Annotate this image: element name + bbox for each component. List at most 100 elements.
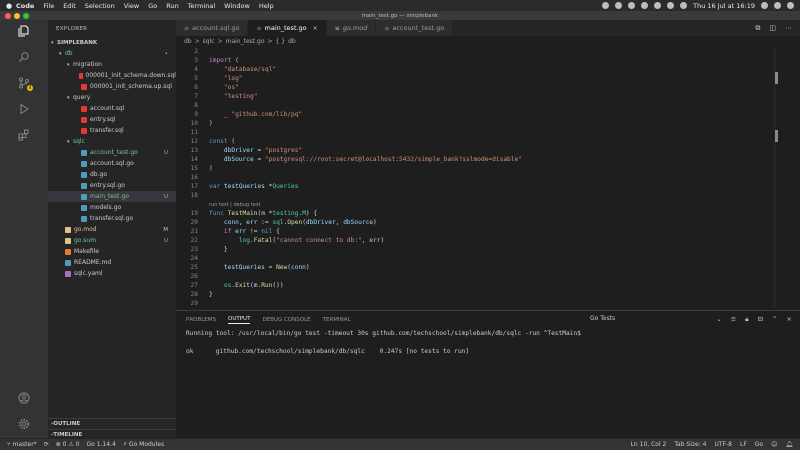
apple-icon[interactable]: ● <box>6 2 16 10</box>
tab-problems[interactable]: PROBLEMS <box>186 317 216 323</box>
menu-edit[interactable]: Edit <box>63 2 76 10</box>
output-content[interactable]: Running tool: /usr/local/bin/go test -ti… <box>176 329 800 356</box>
tree-file[interactable]: 000001_init_schema.up.sql <box>48 81 176 92</box>
branch-indicator[interactable]: ⑂ master* <box>7 441 37 448</box>
language-mode[interactable]: Go <box>755 441 763 448</box>
list-filter-icon[interactable]: ≡ <box>731 315 736 324</box>
close-window-button[interactable] <box>5 12 11 19</box>
search-icon[interactable] <box>18 51 30 63</box>
menu-window[interactable]: Window <box>224 2 250 10</box>
tab-debug-console[interactable]: DEBUG CONSOLE <box>262 317 310 323</box>
volume-icon[interactable] <box>654 2 662 9</box>
record-icon[interactable] <box>602 2 610 9</box>
breadcrumb-sqlc[interactable]: sqlc <box>203 38 215 45</box>
breadcrumb-package[interactable]: db <box>288 38 296 45</box>
code-token: dbDriver <box>305 219 336 226</box>
menu-file[interactable]: File <box>43 2 54 10</box>
problems-indicator[interactable]: ⊗ 0 ⚠ 0 <box>56 441 80 448</box>
tab-account-test-go[interactable]: ≡ account_test.go <box>376 20 454 36</box>
chevron-down-icon[interactable]: ⌄ <box>716 315 721 324</box>
more-actions-icon[interactable]: ⋯ <box>785 24 792 33</box>
tree-file[interactable]: README.md <box>48 257 176 268</box>
minimize-window-button[interactable] <box>14 12 20 19</box>
tree-file[interactable]: entry.sql <box>48 114 176 125</box>
tab-account-sql-go[interactable]: ≡ account.sql.go <box>176 20 249 36</box>
tree-file[interactable]: transfer.sql <box>48 125 176 136</box>
code-line: 27 os. Exit(m. Run()) <box>176 281 772 290</box>
feedback-icon[interactable]: ☺ <box>771 441 777 448</box>
flag-icon[interactable] <box>667 2 675 9</box>
tab-main-test-go[interactable]: ≡ main_test.go × <box>248 20 327 36</box>
tree-file[interactable]: account.sql.go <box>48 158 176 169</box>
zoom-window-button[interactable] <box>23 12 29 19</box>
tree-file[interactable]: sqlc.yaml <box>48 268 176 279</box>
open-changes-icon[interactable]: ⧉ <box>755 24 760 33</box>
tree-folder[interactable]: ▾ migration <box>48 59 176 70</box>
end-of-line[interactable]: LF <box>740 441 747 448</box>
tree-file[interactable]: transfer.sql.go <box>48 213 176 224</box>
tree-file[interactable]: db.go <box>48 169 176 180</box>
wifi-icon[interactable] <box>641 2 649 9</box>
menu-run[interactable]: Run <box>166 2 178 10</box>
menubar-clock[interactable]: Thu 16 Jul at 16:19 <box>693 2 755 10</box>
breadcrumb-file[interactable]: main_test.go <box>226 38 265 45</box>
close-icon[interactable]: × <box>313 25 318 32</box>
minimap[interactable] <box>774 47 776 307</box>
tree-file[interactable]: account_test.go U <box>48 147 176 158</box>
output-channel-select[interactable]: Go Tests <box>590 315 680 322</box>
menu-selection[interactable]: Selection <box>85 2 115 10</box>
scrollbar-thumb[interactable] <box>775 72 778 84</box>
go-version[interactable]: Go 1.14.4 <box>86 441 115 448</box>
account-icon[interactable] <box>18 392 30 404</box>
tree-folder[interactable]: ▾ sqlc <box>48 136 176 147</box>
tree-file[interactable]: go.mod M <box>48 224 176 235</box>
tab-go-mod[interactable]: ≡ go.mod <box>326 20 377 36</box>
control-center-icon[interactable] <box>787 2 794 9</box>
go-modules-indicator[interactable]: ⚡ Go Modules <box>123 441 164 448</box>
tree-file[interactable]: go.sum U <box>48 235 176 246</box>
notifications-icon[interactable]: 🔔︎ <box>785 441 793 448</box>
tree-folder[interactable]: ▾ query <box>48 92 176 103</box>
menu-app[interactable]: Code <box>16 2 34 10</box>
spotlight-icon[interactable] <box>761 2 768 9</box>
maximize-panel-icon[interactable]: ⌃ <box>772 315 777 324</box>
battery-icon[interactable] <box>680 2 688 9</box>
close-panel-icon[interactable]: × <box>787 315 792 324</box>
menu-view[interactable]: View <box>124 2 139 10</box>
sync-icon[interactable]: ⟳ <box>44 441 49 448</box>
code-editor[interactable]: 2 3 import (4 "database/sql" 5 "log" 6 "os" 7… <box>176 47 772 308</box>
tab-output[interactable]: OUTPUT <box>228 316 251 324</box>
source-control-icon[interactable]: 4 <box>18 77 33 91</box>
encoding[interactable]: UTF-8 <box>714 441 732 448</box>
codelens-run-test[interactable]: run test | debug test <box>176 200 772 209</box>
breadcrumb-db[interactable]: db <box>184 38 192 45</box>
tree-item-label: account.sql.go <box>90 160 134 167</box>
outline-section[interactable]: › OUTLINE <box>48 418 176 429</box>
tree-file[interactable]: Makefile <box>48 246 176 257</box>
menu-go[interactable]: Go <box>148 2 157 10</box>
tree-file[interactable]: account.sql <box>48 103 176 114</box>
gear-icon[interactable] <box>18 418 30 430</box>
run-icon[interactable] <box>18 103 30 115</box>
clear-output-icon[interactable]: ⊟ <box>758 315 763 324</box>
tree-folder[interactable]: ▾ db • <box>48 48 176 59</box>
tab-terminal[interactable]: TERMINAL <box>323 317 351 323</box>
siri-icon[interactable] <box>615 2 623 9</box>
files-icon[interactable] <box>18 25 30 37</box>
tree-file[interactable]: models.go <box>48 202 176 213</box>
dropbox-icon[interactable] <box>628 2 636 9</box>
extensions-icon[interactable] <box>18 129 30 141</box>
cursor-position[interactable]: Ln 10, Col 2 <box>631 441 667 448</box>
tree-file[interactable]: main_test.go U <box>48 191 176 202</box>
user-icon[interactable] <box>774 2 781 9</box>
tree-file[interactable]: entry.sql.go <box>48 180 176 191</box>
menu-help[interactable]: Help <box>259 2 274 10</box>
project-folder[interactable]: ▾ SIMPLEBANK <box>48 37 176 48</box>
menu-terminal[interactable]: Terminal <box>188 2 215 10</box>
split-editor-icon[interactable]: ◫ <box>769 24 776 33</box>
tree-file[interactable]: 000001_init_schema.down.sql <box>48 70 176 81</box>
lock-icon[interactable]: 🔒︎ <box>745 315 748 324</box>
code-token: * <box>264 210 273 217</box>
tab-size[interactable]: Tab Size: 4 <box>674 441 706 448</box>
